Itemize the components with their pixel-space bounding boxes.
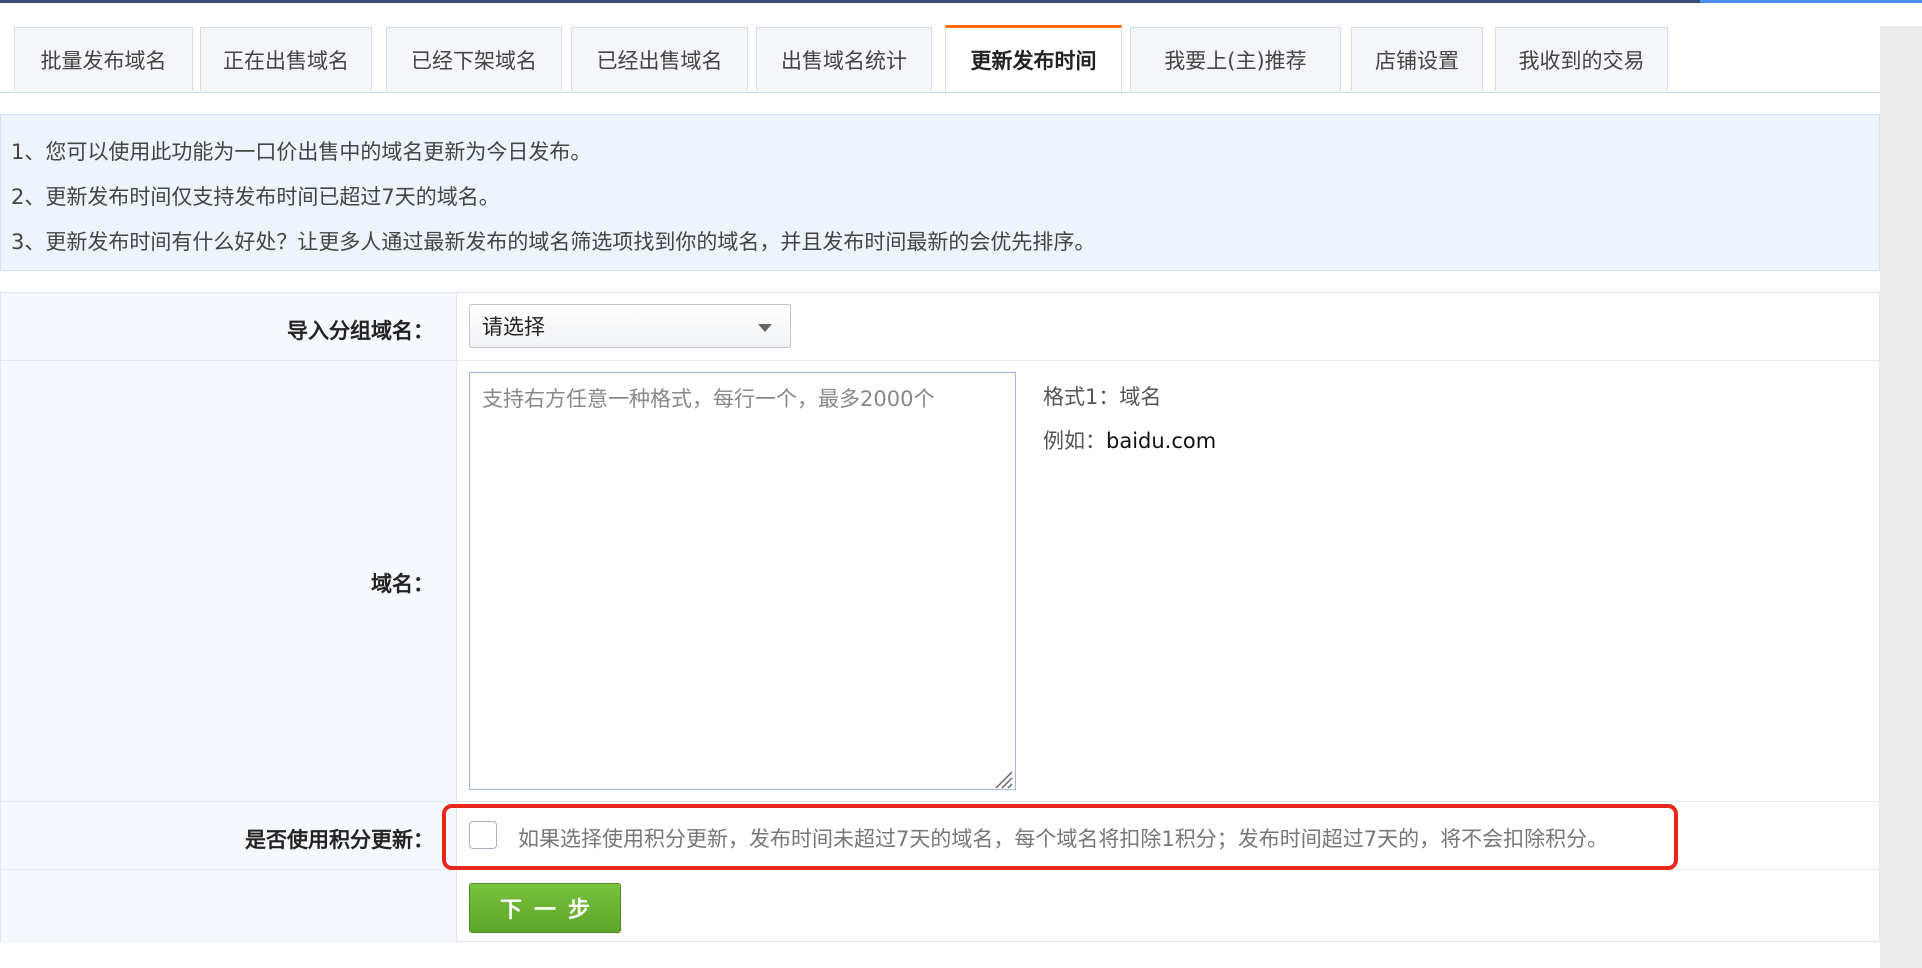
- row-divider: [1, 801, 1879, 802]
- tab-bar-baseline: [0, 92, 1880, 93]
- top-accent-bar: [0, 0, 1700, 3]
- group-select-value: 请选择: [482, 315, 545, 339]
- notice-line-1: 1、您可以使用此功能为一口价出售中的域名更新为今日发布。: [11, 140, 592, 164]
- example-value: baidu.com: [1106, 429, 1217, 453]
- tab-sold[interactable]: 已经出售域名: [571, 27, 748, 91]
- group-label: 导入分组域名：: [287, 319, 434, 343]
- tab-homepage-recommend[interactable]: 我要上(主)推荐: [1130, 27, 1341, 91]
- row-divider: [1, 869, 1879, 870]
- tab-delisted[interactable]: 已经下架域名: [386, 27, 562, 91]
- domain-label: 域名：: [371, 572, 434, 596]
- notice-box: 1、您可以使用此功能为一口价出售中的域名更新为今日发布。 2、更新发布时间仅支持…: [0, 114, 1880, 271]
- notice-line-3: 3、更新发布时间有什么好处？让更多人通过最新发布的域名筛选项找到你的域名，并且发…: [11, 230, 1096, 254]
- domain-textarea[interactable]: [469, 372, 1016, 790]
- next-step-button[interactable]: 下一步: [469, 883, 621, 933]
- use-points-checkbox[interactable]: [469, 821, 497, 849]
- page-scroll-gutter: [1880, 26, 1922, 968]
- update-form: 导入分组域名： 请选择 域名： 格式1：域名 例如：baidu.com 是否使用…: [0, 292, 1880, 943]
- example-prefix: 例如：: [1043, 429, 1106, 453]
- row-divider: [1, 360, 1879, 361]
- group-select[interactable]: 请选择: [469, 304, 791, 348]
- tab-sales-stats[interactable]: 出售域名统计: [756, 27, 932, 91]
- tab-on-sale[interactable]: 正在出售域名: [200, 27, 372, 91]
- format-title: 格式1：域名: [1043, 385, 1162, 409]
- tab-batch-publish[interactable]: 批量发布域名: [14, 27, 193, 91]
- format-example: 例如：baidu.com: [1043, 425, 1216, 455]
- top-accent-bar-right: [1700, 0, 1922, 3]
- points-label: 是否使用积分更新：: [245, 828, 434, 852]
- notice-line-2: 2、更新发布时间仅支持发布时间已超过7天的域名。: [11, 185, 500, 209]
- tab-update-publish-time[interactable]: 更新发布时间: [945, 25, 1122, 92]
- points-description: 如果选择使用积分更新，发布时间未超过7天的域名，每个域名将扣除1积分；发布时间超…: [518, 827, 1609, 851]
- resize-grip-icon[interactable]: [991, 767, 1013, 789]
- tab-shop-settings[interactable]: 店铺设置: [1351, 27, 1483, 91]
- tab-my-trades[interactable]: 我收到的交易: [1495, 27, 1668, 91]
- chevron-down-icon: [758, 324, 772, 332]
